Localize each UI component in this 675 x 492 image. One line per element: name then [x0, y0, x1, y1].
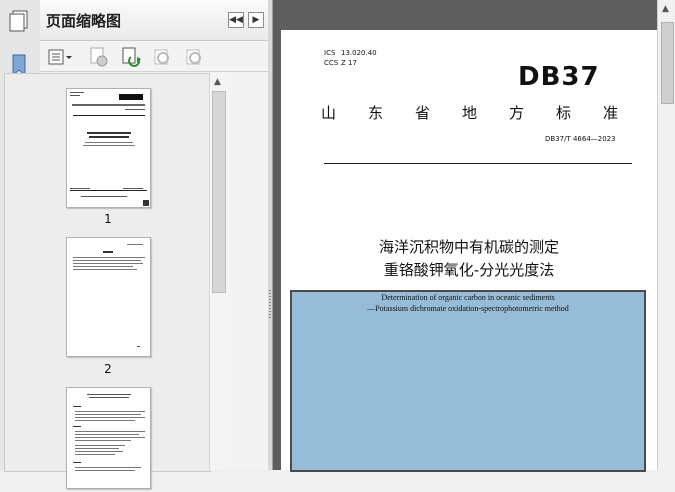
selected-english-title[interactable]: Determination of organic carbon in ocean…	[290, 290, 646, 472]
thumbnail-page-number: 1	[104, 212, 112, 226]
insert-page-icon	[122, 47, 141, 67]
document-viewer[interactable]: ICS 13.020.40 CCS Z 17 DB37 山东省地方标准 DB37…	[273, 0, 675, 472]
pages-icon[interactable]	[6, 8, 32, 34]
english-title-line-2: —Potassium dichromate oxidation-spectrop…	[367, 304, 569, 313]
ics-label: ICS	[324, 49, 336, 57]
panel-header: 页面缩略图 ◀◀ ▶	[40, 0, 268, 41]
panel-toolbar	[40, 41, 268, 72]
redo-button[interactable]	[184, 47, 206, 67]
thumbnail-list[interactable]: 1 2	[4, 73, 211, 489]
page-thumbnail-1[interactable]	[66, 88, 151, 208]
ccs-code: Z 17	[341, 59, 357, 67]
document-title-line-2: 重铬酸钾氧化-分光光度法	[383, 261, 555, 279]
standard-number: DB37/T 4664—2023	[545, 135, 616, 143]
collapse-panel-button[interactable]: ◀◀	[228, 12, 244, 28]
panel-title: 页面缩略图	[46, 12, 122, 30]
options-menu-button[interactable]: ▶	[248, 12, 264, 28]
document-title-line-1: 海洋沉积物中有机碳的测定	[378, 238, 559, 256]
undo-button[interactable]	[152, 47, 174, 67]
ics-code: 13.020.40	[341, 49, 377, 57]
thumbnail-scrollbar[interactable]: ▲	[209, 73, 227, 470]
list-options-icon	[48, 49, 72, 65]
right-arrow-icon: ▶	[252, 15, 260, 25]
header-rule	[324, 163, 632, 164]
thumbnail-scrollbar-thumb[interactable]	[212, 91, 226, 293]
page-thumbnail-2[interactable]	[66, 237, 151, 357]
document-scrollbar[interactable]: ▲	[657, 0, 675, 470]
ccs-label: CCS	[324, 59, 339, 67]
splitter-grip[interactable]	[269, 290, 271, 320]
page-thumbnail-3[interactable]	[66, 387, 151, 489]
delete-page-button[interactable]	[88, 47, 110, 67]
standard-logo: DB37	[518, 62, 600, 92]
thumbnail-options-button[interactable]	[48, 47, 74, 67]
double-left-arrow-icon: ◀◀	[229, 15, 243, 25]
undo-icon	[154, 49, 169, 65]
issuing-organization: 山东省地方标准	[321, 104, 651, 122]
redo-icon	[186, 49, 201, 65]
english-title-line-1: Determination of organic carbon in ocean…	[381, 293, 555, 302]
delete-page-icon	[90, 47, 108, 67]
document-page: ICS 13.020.40 CCS Z 17 DB37 山东省地方标准 DB37…	[281, 30, 657, 472]
doc-scroll-up-arrow-icon[interactable]: ▲	[662, 4, 669, 14]
scroll-up-arrow-icon[interactable]: ▲	[214, 77, 221, 87]
thumbnail-page-number: 2	[104, 362, 112, 376]
document-scrollbar-thumb[interactable]	[661, 22, 674, 104]
insert-page-button[interactable]	[120, 47, 142, 67]
